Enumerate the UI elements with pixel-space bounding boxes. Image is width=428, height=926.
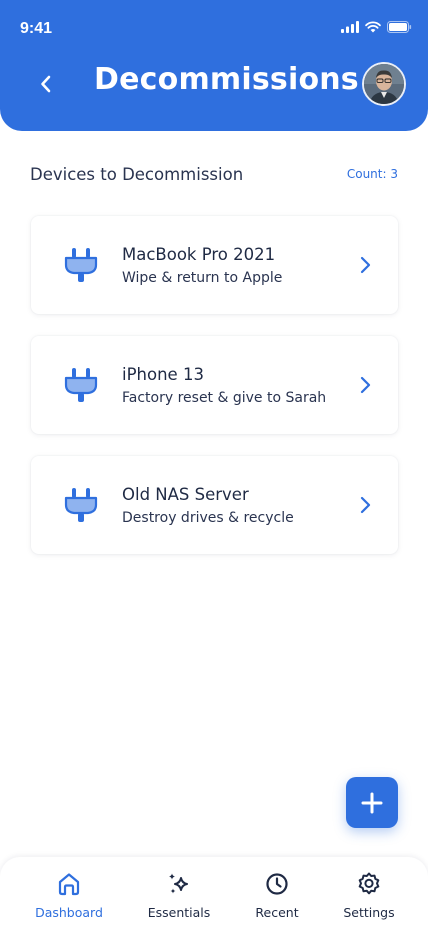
device-card-nas-server[interactable]: Old NAS Server Destroy drives & recycle bbox=[31, 456, 398, 554]
device-name: iPhone 13 bbox=[122, 365, 204, 384]
plug-icon bbox=[64, 248, 98, 282]
device-name: MacBook Pro 2021 bbox=[122, 245, 276, 264]
battery-icon bbox=[387, 21, 412, 33]
section-header: Devices to Decommission Count: 3 bbox=[30, 162, 398, 186]
status-bar: 9:41 bbox=[0, 0, 428, 50]
sparkle-icon bbox=[169, 873, 188, 894]
wifi-icon bbox=[365, 21, 381, 33]
device-card-iphone[interactable]: iPhone 13 Factory reset & give to Sarah bbox=[31, 336, 398, 434]
chevron-right-icon bbox=[360, 256, 371, 274]
nav-item-essentials[interactable]: Essentials bbox=[131, 871, 227, 920]
device-card-macbook[interactable]: MacBook Pro 2021 Wipe & return to Apple bbox=[31, 216, 398, 314]
device-count: Count: 3 bbox=[346, 167, 398, 181]
nav-label: Recent bbox=[255, 905, 299, 920]
nav-item-recent[interactable]: Recent bbox=[229, 871, 325, 920]
nav-item-dashboard[interactable]: Dashboard bbox=[21, 871, 117, 920]
chevron-left-icon bbox=[41, 75, 51, 93]
page-title: Decommissions bbox=[94, 62, 359, 97]
cellular-signal-icon bbox=[341, 21, 359, 33]
device-description: Wipe & return to Apple bbox=[122, 270, 283, 286]
chevron-right-icon bbox=[360, 496, 371, 514]
plus-icon bbox=[361, 792, 383, 813]
nav-item-settings[interactable]: Settings bbox=[321, 871, 417, 920]
clock-icon bbox=[266, 873, 288, 895]
add-device-button[interactable] bbox=[346, 777, 398, 828]
app-header: 9:41 Decommissions bbox=[0, 0, 428, 131]
back-button[interactable] bbox=[30, 68, 62, 100]
bottom-nav: Dashboard Essentials Recent Settings bbox=[0, 857, 428, 926]
device-description: Factory reset & give to Sarah bbox=[122, 390, 327, 406]
device-description: Destroy drives & recycle bbox=[122, 510, 294, 526]
avatar[interactable] bbox=[362, 62, 406, 106]
gear-icon bbox=[358, 872, 380, 895]
section-title: Devices to Decommission bbox=[30, 164, 244, 184]
device-name: Old NAS Server bbox=[122, 485, 249, 504]
status-icons bbox=[341, 21, 412, 33]
nav-label: Dashboard bbox=[35, 905, 103, 920]
nav-label: Essentials bbox=[147, 905, 211, 920]
nav-label: Settings bbox=[343, 905, 395, 920]
home-icon bbox=[58, 873, 80, 896]
plug-icon bbox=[64, 368, 98, 402]
user-avatar-icon bbox=[364, 64, 404, 104]
status-time: 9:41 bbox=[20, 20, 53, 37]
plug-icon bbox=[64, 488, 98, 522]
chevron-right-icon bbox=[360, 376, 371, 394]
